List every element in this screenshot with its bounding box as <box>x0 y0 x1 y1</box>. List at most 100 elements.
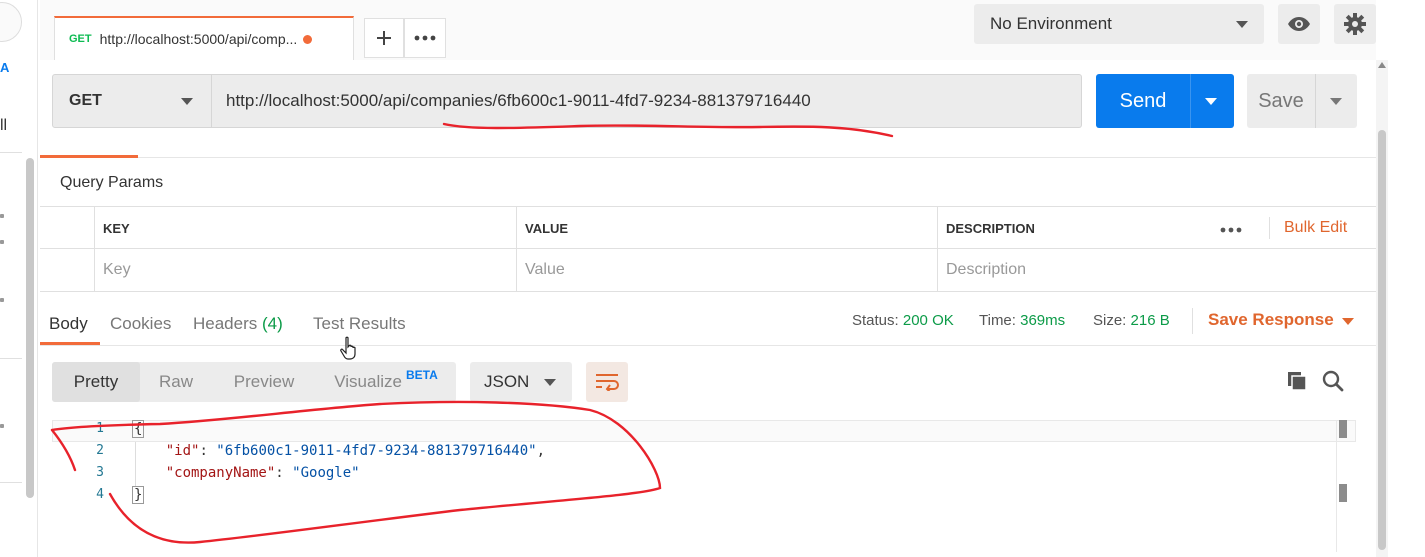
save-label: Save <box>1258 89 1304 112</box>
json-value-id: "6fb600c1-9011-4fd7-9234-881379716440" <box>216 443 537 459</box>
time-label: Time: <box>979 312 1016 329</box>
status-readout: Status: 200 OK <box>852 312 954 329</box>
eye-icon <box>1288 17 1310 31</box>
tab-test-results[interactable]: Test Results <box>313 314 406 334</box>
wrap-lines-button[interactable] <box>586 362 628 402</box>
postman-window: A ll GET http://localhost:5000/api/comp.… <box>0 0 1425 557</box>
line-number: 4 <box>96 487 104 502</box>
sidebar-scrollbar[interactable] <box>26 158 34 498</box>
query-params-title: Query Params <box>60 174 164 191</box>
method-value: GET <box>69 92 102 109</box>
more-icon <box>414 35 436 41</box>
json-code: { "id": "6fb600c1-9011-4fd7-9234-8813797… <box>132 418 545 506</box>
tab-headers-label: Headers <box>193 314 258 333</box>
view-visualize[interactable]: Visualize BETA <box>316 362 456 402</box>
tab-cookies[interactable]: Cookies <box>110 314 171 334</box>
format-select[interactable]: JSON <box>470 362 572 402</box>
size-label: Size: <box>1093 312 1127 329</box>
more-options-button[interactable] <box>1220 217 1242 238</box>
send-divider <box>1190 74 1191 128</box>
column-key: KEY <box>94 207 516 249</box>
request-tab[interactable]: GET http://localhost:5000/api/comp... <box>54 16 354 60</box>
editor-scrollbar[interactable] <box>1336 420 1348 552</box>
method-select[interactable]: GET <box>52 74 212 128</box>
sidebar-divider <box>0 358 22 359</box>
chevron-down-icon <box>181 98 193 105</box>
tab-method: GET <box>69 33 92 45</box>
sidebar-marker <box>0 240 4 244</box>
scroll-up-arrow-icon[interactable] <box>1378 62 1386 68</box>
unsaved-dot-icon <box>303 34 313 44</box>
url-value: http://localhost:5000/api/companies/6fb6… <box>226 91 811 110</box>
sidebar-marker <box>0 424 4 428</box>
scrollbar-marker <box>1339 484 1347 502</box>
view-visualize-label: Visualize <box>334 372 402 391</box>
code-line: { <box>132 418 545 440</box>
send-button[interactable]: Send <box>1096 74 1234 128</box>
close-brace: } <box>132 486 145 504</box>
chevron-down-icon <box>1236 21 1248 28</box>
save-response-button[interactable]: Save Response <box>1208 310 1334 330</box>
beta-badge: BETA <box>405 368 438 382</box>
format-value: JSON <box>484 372 530 391</box>
view-preview[interactable]: Preview <box>212 362 316 402</box>
chevron-down-icon <box>544 379 556 386</box>
environment-quick-look-button[interactable] <box>1278 4 1320 44</box>
scrollbar-marker <box>1339 420 1347 438</box>
time-readout: Time: 369ms <box>979 312 1065 329</box>
tab-headers-count: (4) <box>262 314 283 333</box>
chevron-down-icon[interactable] <box>1342 318 1354 325</box>
table-header-checkbox <box>40 207 94 249</box>
bulk-edit-divider <box>1269 217 1270 239</box>
sidebar-divider <box>0 152 22 153</box>
view-mode-segmented: Pretty Raw Preview Visualize BETA <box>52 362 456 402</box>
more-tabs-button[interactable] <box>404 18 446 58</box>
manage-environments-button[interactable] <box>1334 4 1376 44</box>
size-value: 216 B <box>1130 312 1170 329</box>
window-edge <box>1388 0 1425 557</box>
query-params-table: KEY VALUE DESCRIPTION Bulk Edit Key Valu… <box>40 206 1376 292</box>
bulk-edit-link[interactable]: Bulk Edit <box>1284 219 1347 237</box>
line-number: 3 <box>96 465 104 480</box>
view-pretty[interactable]: Pretty <box>52 362 140 402</box>
search-icon[interactable] <box>1322 370 1344 392</box>
send-label: Send <box>1119 89 1167 112</box>
wrap-lines-icon <box>596 374 619 391</box>
code-line: "id": "6fb600c1-9011-4fd7-9234-881379716… <box>165 443 546 459</box>
sidebar-avatar[interactable] <box>0 2 22 42</box>
copy-icon[interactable] <box>1286 370 1308 392</box>
tab-headers[interactable]: Headers (4) <box>193 314 283 334</box>
description-input[interactable]: Description <box>937 249 1376 291</box>
sidebar-label: A <box>0 60 10 75</box>
column-value: VALUE <box>516 207 937 249</box>
sidebar-marker <box>0 214 4 218</box>
environment-select[interactable]: No Environment <box>974 4 1264 44</box>
url-input[interactable]: http://localhost:5000/api/companies/6fb6… <box>212 74 1082 128</box>
value-input[interactable]: Value <box>516 249 937 291</box>
request-tabs-divider <box>40 157 1376 158</box>
save-response-divider <box>1192 308 1193 334</box>
plus-icon <box>377 31 391 45</box>
line-number: 1 <box>96 421 104 436</box>
tab-title: http://localhost:5000/api/comp... <box>99 31 298 47</box>
save-button[interactable]: Save <box>1247 74 1357 128</box>
main-scrollbar[interactable] <box>1376 60 1388 557</box>
table-header-row: KEY VALUE DESCRIPTION Bulk Edit <box>40 207 1376 249</box>
scrollbar-thumb[interactable] <box>1378 130 1386 550</box>
sidebar-partial: A ll <box>0 0 38 557</box>
response-tabs: Body Cookies Headers (4) Test Results St… <box>40 300 1376 346</box>
json-key-company-name: "companyName" <box>165 465 276 481</box>
key-input[interactable]: Key <box>94 249 516 291</box>
tab-body[interactable]: Body <box>49 314 88 334</box>
gear-icon <box>1344 13 1366 35</box>
time-value: 369ms <box>1020 312 1066 329</box>
save-options-chevron-icon[interactable] <box>1330 97 1342 105</box>
response-body-editor[interactable]: 1 2 3 4 { "id": "6fb600c1-9011-4fd7-9234… <box>40 412 1376 557</box>
status-label: Status: <box>852 312 899 329</box>
send-options-chevron-icon[interactable] <box>1205 97 1217 105</box>
view-raw[interactable]: Raw <box>140 362 212 402</box>
environment-value: No Environment <box>990 14 1112 33</box>
size-readout: Size: 216 B <box>1093 312 1170 329</box>
active-request-tab-indicator <box>40 155 138 158</box>
new-tab-button[interactable] <box>364 18 404 58</box>
